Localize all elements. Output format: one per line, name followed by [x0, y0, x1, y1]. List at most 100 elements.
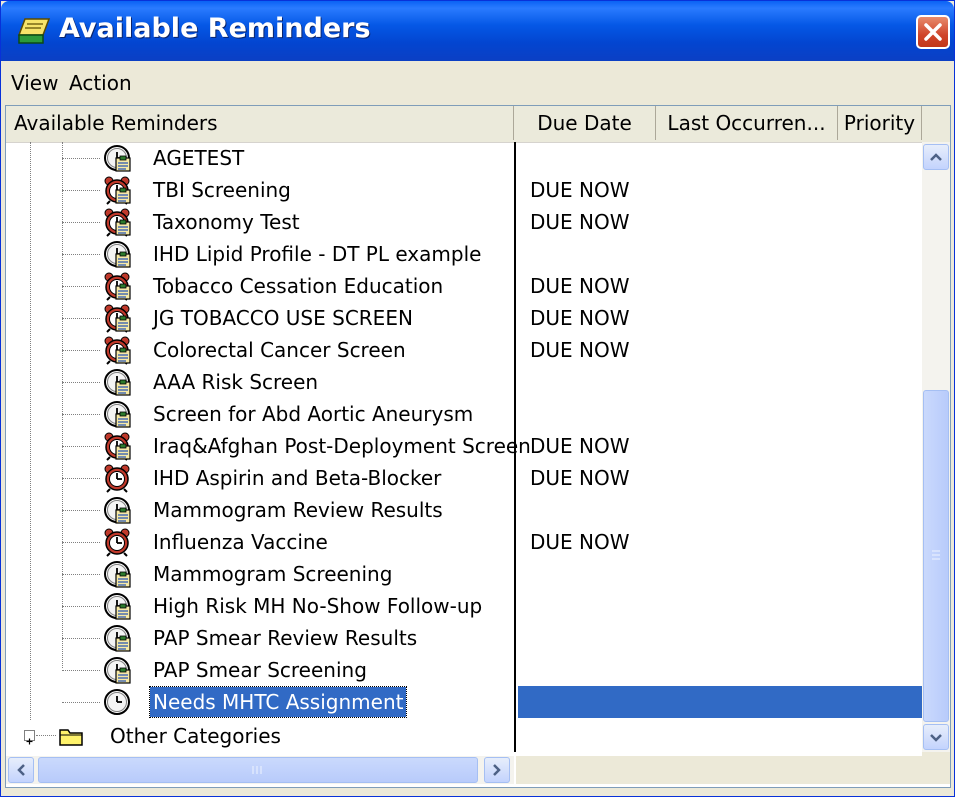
clock-clipboard-icon [104, 401, 131, 428]
reminder-row[interactable]: Mammogram Screening [6, 558, 922, 590]
alarm-clock-clipboard-icon [104, 176, 131, 205]
reminder-row[interactable]: Screen for Abd Aortic Aneurysm [6, 398, 922, 430]
reminder-name: JG TOBACCO USE SCREEN [153, 306, 413, 330]
reminder-row[interactable]: PAP Smear Screening [6, 654, 922, 686]
horizontal-scroll-thumb[interactable] [38, 757, 478, 783]
reminder-row[interactable]: Needs MHTC Assignment [6, 686, 922, 718]
horizontal-scrollbar[interactable] [6, 756, 514, 784]
clock-clipboard-icon [104, 145, 131, 172]
reminder-row[interactable]: High Risk MH No-Show Follow-up [6, 590, 922, 622]
reminder-name: Colorectal Cancer Screen [153, 338, 406, 362]
reminder-name: IHD Lipid Profile - DT PL example [153, 242, 482, 266]
scroll-down-button[interactable] [923, 724, 949, 750]
close-button[interactable] [916, 15, 950, 49]
reminder-due-date: DUE NOW [530, 434, 630, 458]
reminder-notebook-icon [17, 18, 51, 44]
column-header-priority[interactable]: Priority [838, 106, 922, 140]
reminder-row[interactable]: Mammogram Review Results [6, 494, 922, 526]
tree-connector [62, 158, 100, 160]
reminder-row[interactable]: TBI Screening DUE NOW [6, 174, 922, 206]
reminder-name: AAA Risk Screen [153, 370, 319, 394]
reminder-row[interactable]: Iraq&Afghan Post-Deployment Screen DUE NO… [6, 430, 922, 462]
tree-connector [62, 190, 100, 192]
scroll-up-button[interactable] [923, 144, 949, 170]
reminder-name: Mammogram Review Results [153, 498, 443, 522]
available-reminders-window: Available Reminders View Action Availabl… [0, 0, 955, 797]
tree-connector [62, 222, 100, 224]
scroll-left-arrow-icon [17, 764, 25, 776]
reminder-name: High Risk MH No-Show Follow-up [153, 594, 483, 618]
reminder-name: PAP Smear Screening [153, 658, 367, 682]
column-header-due-date[interactable]: Due Date [514, 106, 656, 140]
reminders-tree-list[interactable]: Available Reminders Due Date Last Occurr… [5, 105, 951, 788]
clock-clipboard-icon [104, 593, 131, 620]
clock-clipboard-icon [104, 241, 131, 268]
scroll-left-button[interactable] [8, 757, 34, 783]
reminder-name: Taxonomy Test [153, 210, 300, 234]
tree-connector [62, 286, 100, 288]
reminder-name: IHD Aspirin and Beta-Blocker [153, 466, 442, 490]
column-divider [514, 142, 516, 752]
expand-toggle[interactable] [24, 730, 35, 745]
vertical-scrollbar[interactable] [922, 142, 950, 752]
menu-action[interactable]: Action [69, 71, 132, 95]
reminder-row[interactable]: AAA Risk Screen [6, 366, 922, 398]
reminder-row[interactable]: Taxonomy Test DUE NOW [6, 206, 922, 238]
plus-icon [26, 738, 33, 745]
alarm-clock-clipboard-icon [104, 304, 131, 333]
alarm-clock-icon [104, 528, 130, 557]
title-bar[interactable]: Available Reminders [1, 1, 954, 61]
reminder-row[interactable]: Colorectal Cancer Screen DUE NOW [6, 334, 922, 366]
reminder-name: Needs MHTC Assignment [148, 686, 408, 718]
reminder-row[interactable]: Tobacco Cessation Education DUE NOW [6, 270, 922, 302]
alarm-clock-clipboard-icon [104, 272, 131, 301]
reminder-due-date: DUE NOW [530, 338, 630, 362]
clock-clipboard-icon [104, 497, 131, 524]
reminder-name: PAP Smear Review Results [153, 626, 418, 650]
scroll-right-button[interactable] [484, 757, 510, 783]
reminder-row[interactable]: AGETEST [6, 142, 922, 174]
tree-connector [62, 606, 100, 608]
reminder-row[interactable]: PAP Smear Review Results [6, 622, 922, 654]
tree-connector [62, 702, 100, 704]
grip-icon [252, 766, 262, 774]
tree-connector [62, 670, 100, 672]
reminder-due-date: DUE NOW [530, 306, 630, 330]
tree-connector [62, 574, 100, 576]
close-icon [924, 23, 942, 41]
reminder-row[interactable]: Influenza Vaccine DUE NOW [6, 526, 922, 558]
reminder-name: TBI Screening [153, 178, 291, 202]
reminder-row[interactable]: JG TOBACCO USE SCREEN DUE NOW [6, 302, 922, 334]
scroll-down-arrow-icon [930, 734, 942, 742]
reminder-due-date: DUE NOW [530, 466, 630, 490]
clock-icon [104, 689, 130, 715]
reminder-rows: AGETEST TBI Screening DUE NOW Taxonomy Test… [6, 142, 922, 752]
tree-node-other-categories[interactable]: Other Categories [6, 720, 514, 752]
tree-connector [62, 446, 100, 448]
reminder-due-date: DUE NOW [530, 210, 630, 234]
reminder-row[interactable]: IHD Lipid Profile - DT PL example [6, 238, 922, 270]
column-headers: Available Reminders Due Date Last Occurr… [6, 106, 950, 143]
clock-clipboard-icon [104, 657, 131, 684]
tree-connector [62, 318, 100, 320]
column-header-last-occurrence[interactable]: Last Occurren... [656, 106, 838, 140]
menu-bar: View Action [5, 65, 951, 101]
reminder-due-date: DUE NOW [530, 178, 630, 202]
alarm-clock-clipboard-icon [104, 336, 131, 365]
scroll-right-arrow-icon [493, 764, 501, 776]
tree-connector [36, 735, 56, 736]
column-header-available-reminders[interactable]: Available Reminders [6, 106, 514, 140]
tree-connector [62, 478, 100, 480]
tree-connector [62, 254, 100, 256]
vertical-scroll-thumb[interactable] [923, 390, 949, 722]
selection-highlight [518, 686, 922, 718]
tree-connector [62, 414, 100, 416]
clock-clipboard-icon [104, 561, 131, 588]
window-title: Available Reminders [59, 13, 371, 44]
grip-icon [932, 550, 940, 560]
menu-view[interactable]: View [11, 71, 58, 95]
reminder-row[interactable]: IHD Aspirin and Beta-Blocker DUE NOW [6, 462, 922, 494]
clock-clipboard-icon [104, 625, 131, 652]
tree-connector [62, 382, 100, 384]
tree-connector [62, 542, 100, 544]
